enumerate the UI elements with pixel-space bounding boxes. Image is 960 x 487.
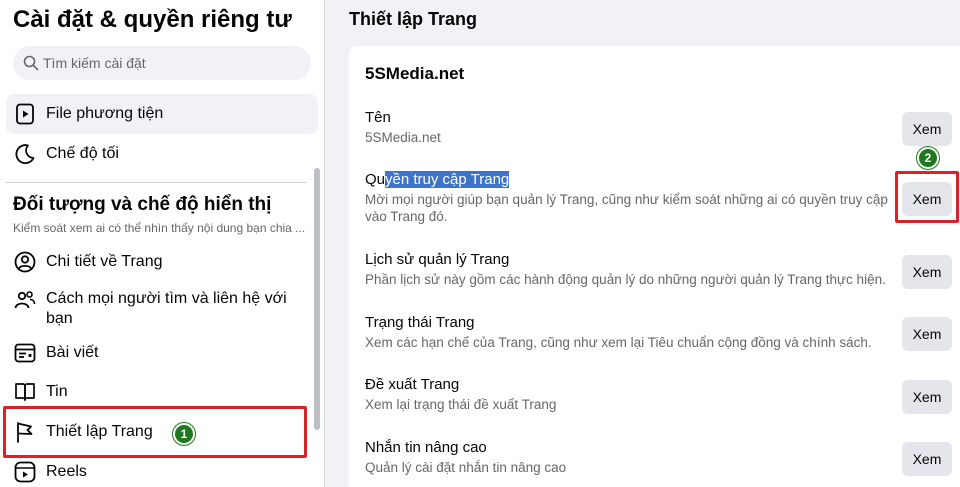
sidebar-item-label: Chế độ tối [46,145,119,162]
row-title: Trạng thái Trang [365,314,475,331]
row-title: Lịch sử quản lý Trang [365,251,510,268]
sidebar-item-posts[interactable]: Bài viết [6,334,318,372]
row-title: Nhắn tin nâng cao [365,439,487,456]
section-subtitle: Kiểm soát xem ai có thể nhìn thấy nội du… [13,221,306,235]
callout-highlight-view-button [895,171,959,223]
view-button-page-status[interactable]: Xem [902,317,952,351]
view-button-advanced-messaging[interactable]: Xem [902,442,952,476]
sidebar-item-dark-mode[interactable]: Chế độ tối [6,134,318,174]
card-heading: 5SMedia.net [365,64,465,83]
row-title: Đề xuất Trang [365,376,460,393]
page-settings-card: 5SMedia.net Tên 5SMedia.net Xem Quyền tr… [349,46,960,487]
row-description: 5SMedia.net [365,130,441,145]
settings-row-advanced-messaging: Nhắn tin nâng cao Quản lý cài đặt nhắn t… [365,439,960,476]
step-badge-1: 1 [173,423,195,445]
settings-row-name: Tên 5SMedia.net [365,109,960,146]
row-title-highlighted: yền truy cập Trang [385,171,510,188]
book-icon [14,381,36,403]
sidebar-item-page-details[interactable]: Chi tiết về Trang [6,243,318,281]
settings-search-input[interactable] [43,55,283,71]
sidebar-item-label: Reels [46,463,87,480]
sidebar-item-label: Tin [46,383,68,400]
row-description: Quản lý cài đặt nhắn tin nâng cao [365,460,567,475]
post-icon [14,342,36,364]
row-description: Mời mọi người giúp bạn quản lý Trang, cũ… [365,192,888,224]
people-icon [14,289,36,311]
sidebar-item-label: Chi tiết về Trang [46,253,163,270]
media-file-icon [14,103,36,125]
view-button-page-recommendation[interactable]: Xem [902,380,952,414]
sidebar-item-label: File phương tiện [46,105,164,122]
sidebar-title: Cài đặt & quyền riêng tư [13,6,292,33]
row-title-prefix: Qu [365,171,386,188]
row-title: Quyền truy cập Trang [365,171,960,188]
section-title: Đối tượng và chế độ hiển thị [13,194,272,215]
person-icon [14,251,36,273]
settings-row-page-access: Quyền truy cập Trang Mời mọi người giúp … [365,171,960,225]
step-badge-2: 2 [917,147,939,169]
moon-icon [14,143,36,165]
settings-row-page-status: Trạng thái Trang Xem các hạn chế của Tra… [365,314,960,351]
sidebar-item-label: Cách mọi người tìm và liên hệ với bạn [46,290,287,327]
view-button-management-history[interactable]: Xem [902,255,952,289]
sidebar-item-media-file[interactable]: File phương tiện [6,94,318,134]
sidebar-scrollbar[interactable] [314,168,320,430]
search-icon [23,55,39,71]
row-description: Phần lịch sử này gồm các hành động quản … [365,272,886,287]
row-description: Xem các hạn chế của Trang, cũng như xem … [365,335,872,350]
reels-icon [14,461,36,483]
sidebar-item-find-contact[interactable]: Cách mọi người tìm và liên hệ với bạn [6,285,318,329]
row-description: Xem lại trạng thái đề xuất Trang [365,397,557,412]
settings-row-management-history: Lịch sử quản lý Trang Phần lịch sử này g… [365,251,960,288]
settings-search-box[interactable] [13,46,311,80]
row-title: Tên [365,109,391,126]
page-title: Thiết lập Trang [349,9,478,29]
callout-highlight-page-setup [3,406,307,458]
sidebar-divider [6,182,306,183]
settings-row-page-recommendation: Đề xuất Trang Xem lại trạng thái đề xuất… [365,376,960,413]
sidebar-item-label: Bài viết [46,344,99,361]
sidebar-item-reels[interactable]: Reels [6,455,318,487]
view-button-name[interactable]: Xem [902,112,952,146]
